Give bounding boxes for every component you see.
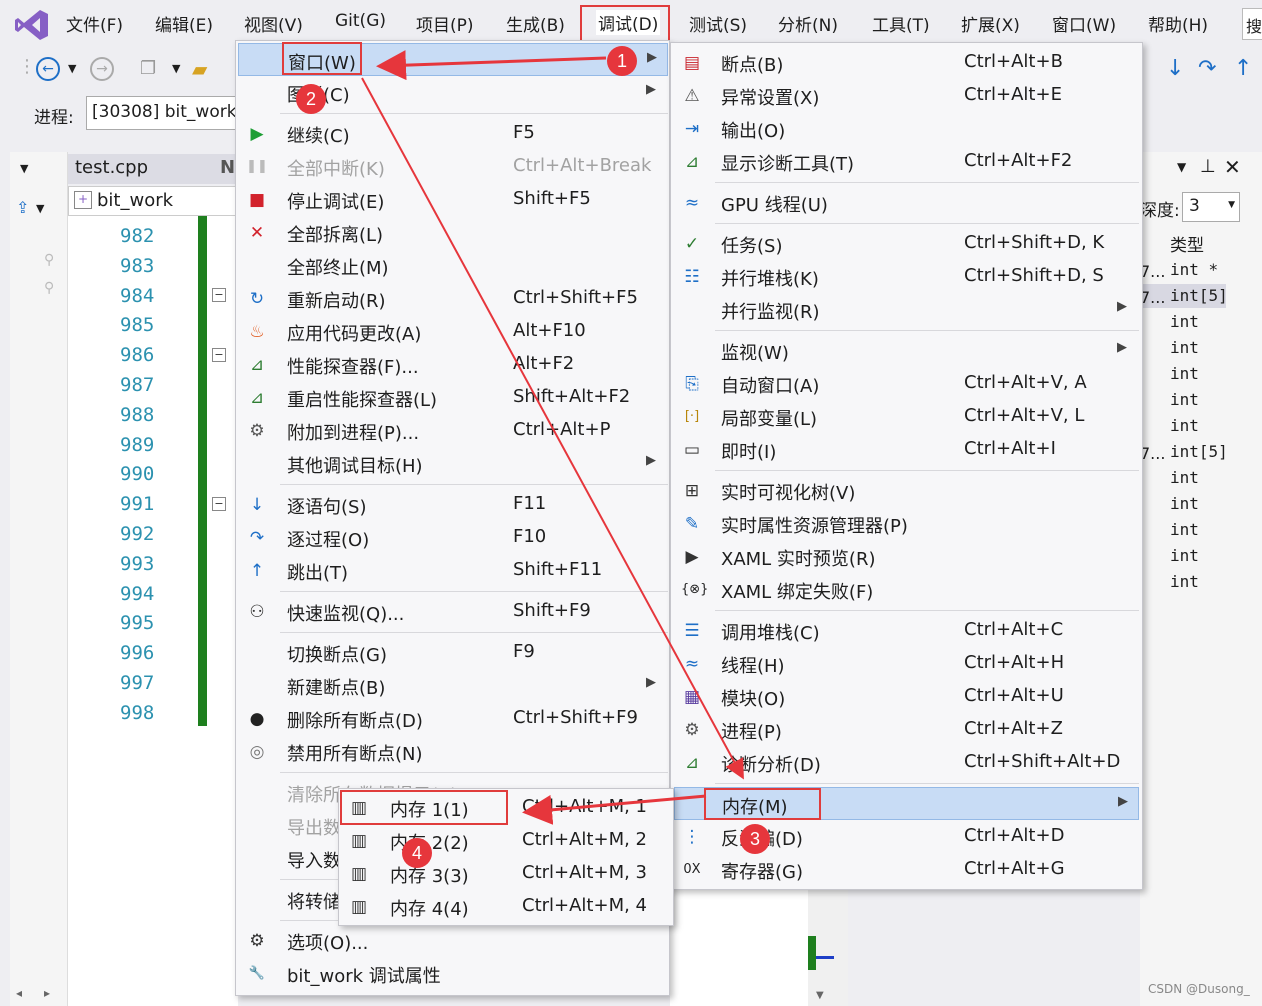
arrow-3 (522, 794, 707, 825)
annotation-badge-2: 2 (296, 84, 326, 114)
annotation-badge-3: 3 (740, 824, 770, 854)
annotation-arrows (361, 50, 744, 825)
annotation-badge-4: 4 (402, 838, 432, 868)
annotation-badge-1: 1 (607, 46, 637, 76)
arrow-1 (376, 50, 607, 81)
watermark: CSDN @Dusong_ (1148, 982, 1250, 996)
arrow-2 (361, 77, 744, 780)
